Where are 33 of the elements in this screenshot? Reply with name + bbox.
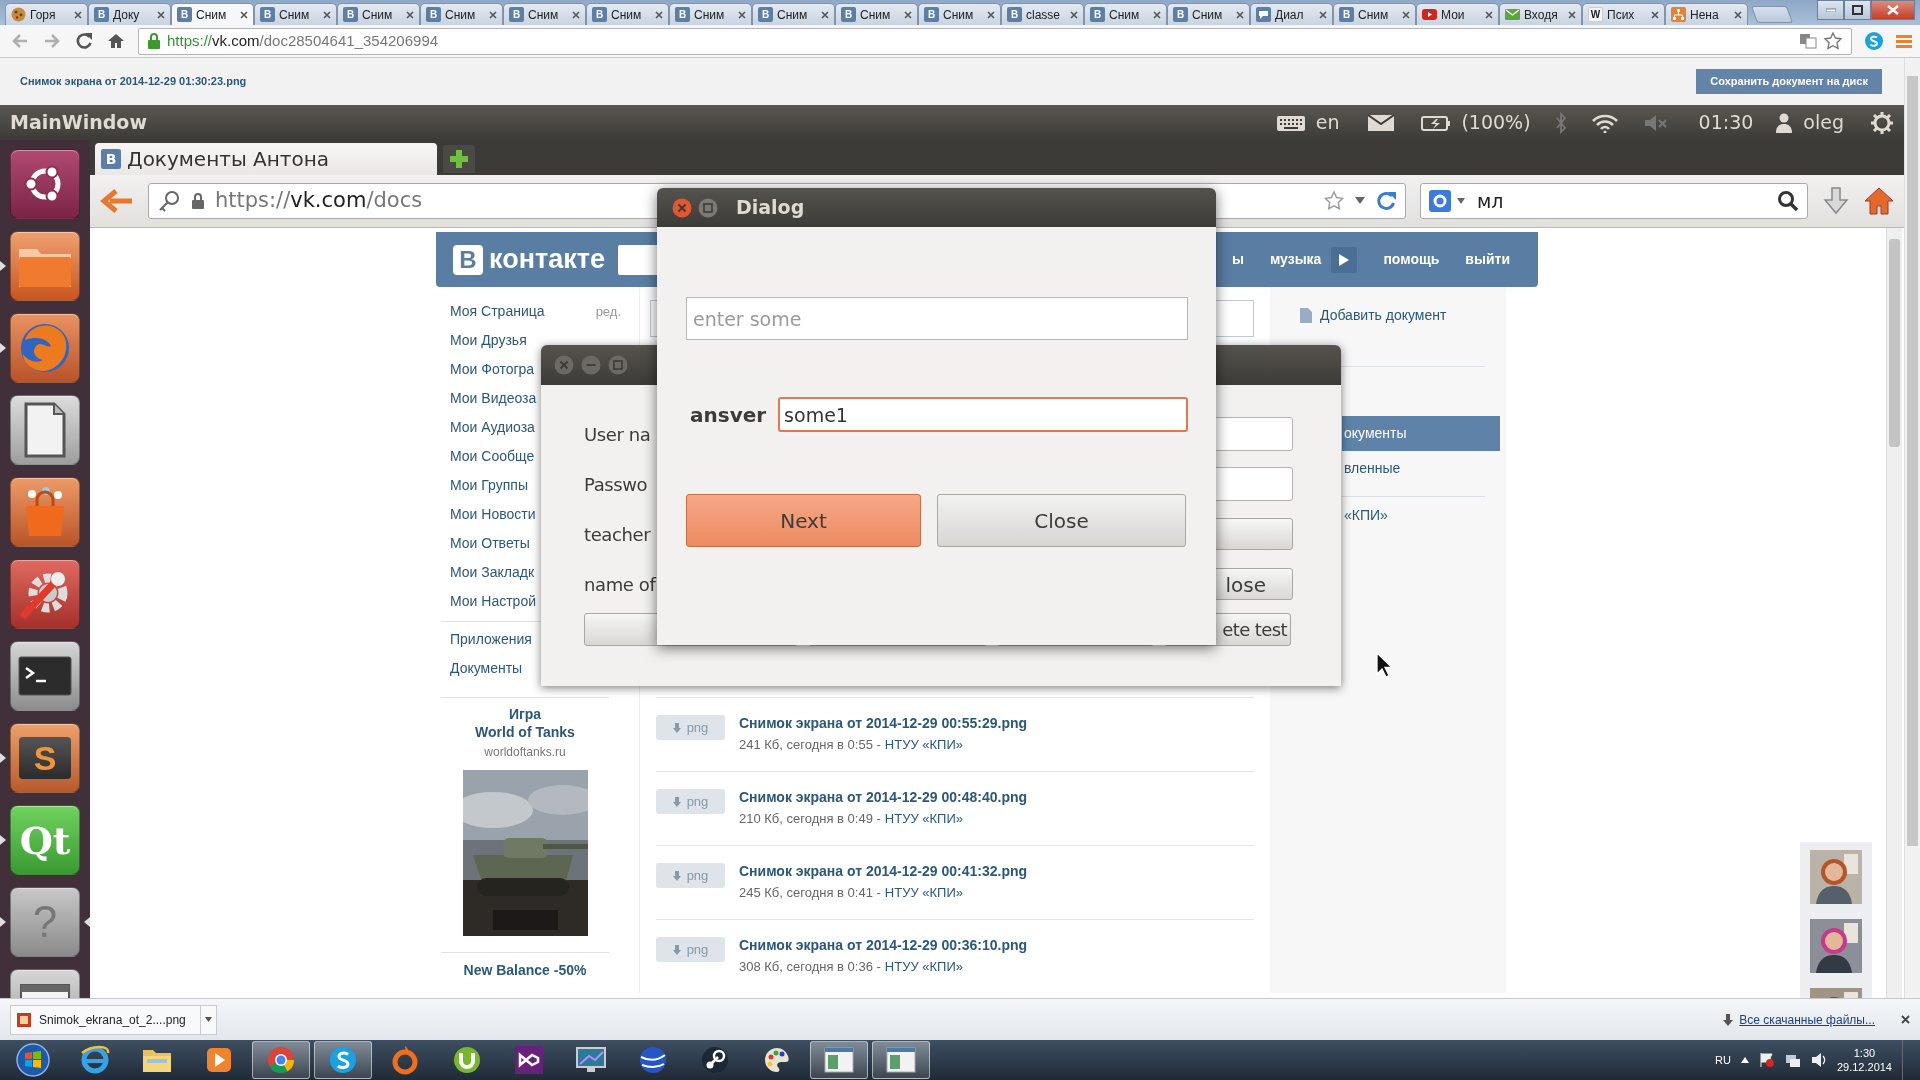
favicon: В [343, 7, 358, 22]
favicon: В [758, 7, 773, 22]
favicon: В [675, 7, 690, 22]
field-label: Passwo [584, 472, 649, 497]
favicon: В [426, 7, 441, 22]
field-label: User na [584, 422, 652, 447]
ad-domain: worldoftanks.ru [483, 744, 567, 761]
favicon: В [1173, 7, 1188, 22]
document-meta: 210 Кб, сегодня в 0:49 - [739, 810, 881, 828]
document-meta: 241 Кб, сегодня в 0:55 - [739, 736, 881, 754]
site-logo: контакте [489, 243, 605, 277]
favicon: В [260, 7, 275, 22]
field-label: name of [584, 572, 658, 597]
favicon: В [94, 7, 109, 22]
favicon: В [1339, 7, 1354, 22]
favicon: W [1588, 7, 1603, 22]
dialog-title: Dialog [736, 195, 805, 221]
document-meta: 308 Кб, сегодня в 0:36 - [739, 958, 881, 976]
document-meta: 245 Кб, сегодня в 0:41 - [739, 884, 881, 902]
favicon: В [592, 7, 607, 22]
document-title: Снимок экрана от 2014-12-29 01:30:23.png [20, 74, 247, 90]
favicon: В [841, 7, 856, 22]
favicon: В [509, 7, 524, 22]
battery-level: (100%) [1461, 110, 1531, 136]
favicon: В [101, 149, 121, 169]
field-label: ansver [689, 401, 767, 429]
favicon: В [177, 7, 192, 22]
logo-icon: В [453, 244, 483, 275]
favicon: В [1090, 7, 1105, 22]
favicon: В [924, 7, 939, 22]
field-label: teacher [584, 522, 652, 547]
favicon: В [1007, 7, 1022, 22]
window-title: MainWindow [10, 110, 147, 136]
